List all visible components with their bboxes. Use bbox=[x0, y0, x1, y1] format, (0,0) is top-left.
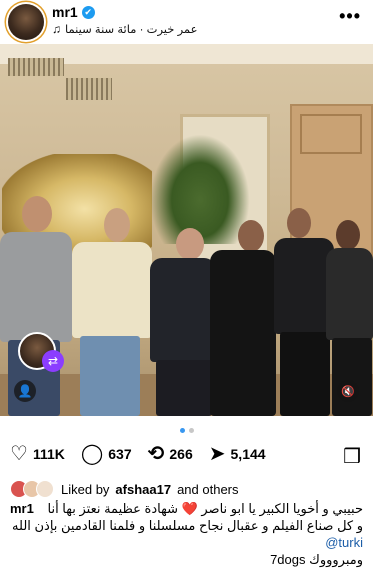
door-panel bbox=[300, 114, 362, 154]
liked-by-user[interactable]: afshaa17 bbox=[115, 482, 171, 497]
like-action[interactable]: ♡ 111K bbox=[10, 444, 65, 464]
wall-vent bbox=[66, 78, 112, 100]
share-action[interactable]: ➤ 5,144 bbox=[209, 444, 266, 464]
caption-mention[interactable]: @turki bbox=[325, 534, 363, 551]
caption-line-1: حبيبي و أخويا الكبير يا ابو ناصر ❤️ شهاد… bbox=[47, 501, 364, 516]
repost-icon[interactable]: ⟲ bbox=[148, 444, 165, 464]
share-icon[interactable]: ➤ bbox=[209, 444, 226, 464]
liked-by-row[interactable]: Liked by afshaa17 and others bbox=[10, 480, 239, 498]
post-header: mr1 ✔ ♫ عمر خيرت · مائة سنة سينما ••• bbox=[0, 0, 373, 44]
liker-avatars bbox=[10, 480, 54, 498]
liked-by-suffix[interactable]: and others bbox=[177, 482, 238, 497]
liker-avatar bbox=[36, 480, 54, 498]
repost-count[interactable]: 266 bbox=[169, 446, 192, 462]
author-avatar[interactable] bbox=[8, 4, 44, 40]
like-count[interactable]: 111K bbox=[33, 446, 65, 462]
caption-line-2: و كل صناع الفيلم و عقبال نجاح مسلسلنا و … bbox=[12, 518, 363, 533]
potted-plant bbox=[150, 134, 250, 244]
carousel-indicator bbox=[0, 428, 373, 433]
username-row: mr1 ✔ bbox=[52, 4, 95, 20]
heart-icon[interactable]: ♡ bbox=[10, 444, 28, 464]
tagged-users-icon[interactable]: 👤 bbox=[14, 380, 36, 402]
carousel-dot-active bbox=[179, 428, 185, 433]
comment-icon[interactable]: ◯ bbox=[81, 444, 103, 464]
repost-badge-icon[interactable]: ⇄ bbox=[42, 350, 64, 372]
bookmark-icon[interactable]: ❒ bbox=[343, 444, 361, 469]
verified-badge-icon: ✔ bbox=[81, 5, 95, 19]
comment-action[interactable]: ◯ 637 bbox=[81, 444, 132, 464]
post-photo[interactable]: ⇄ 👤 🔇 bbox=[0, 44, 373, 416]
action-bar: ♡ 111K ◯ 637 ⟲ 266 ➤ 5,144 bbox=[10, 444, 282, 464]
mute-icon[interactable]: 🔇 bbox=[337, 380, 359, 402]
more-options-icon[interactable]: ••• bbox=[339, 6, 361, 27]
caption-username[interactable]: mr1 bbox=[10, 500, 34, 517]
music-label: عمر خيرت · مائة سنة سينما bbox=[65, 24, 198, 36]
repost-action[interactable]: ⟲ 266 bbox=[148, 444, 193, 464]
music-attribution[interactable]: ♫ عمر خيرت · مائة سنة سينما bbox=[52, 22, 197, 36]
wall-vent bbox=[8, 58, 64, 76]
caption-line-4: ومبروووك 7dogs bbox=[270, 552, 363, 567]
music-note-icon: ♫ bbox=[52, 22, 61, 36]
comment-count[interactable]: 637 bbox=[108, 446, 131, 462]
share-count[interactable]: 5,144 bbox=[231, 446, 266, 462]
author-username[interactable]: mr1 bbox=[52, 4, 78, 20]
liked-by-prefix: Liked by bbox=[61, 481, 110, 497]
carousel-dot bbox=[188, 428, 194, 433]
